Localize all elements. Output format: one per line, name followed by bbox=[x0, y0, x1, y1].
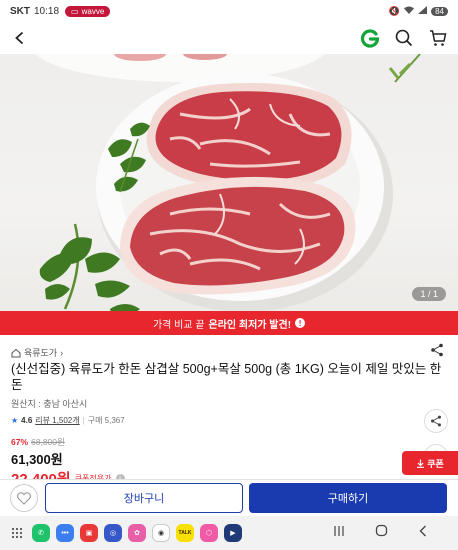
camera-app-icon[interactable]: ◉ bbox=[152, 524, 170, 542]
discount-rate: 67% bbox=[11, 437, 29, 447]
coupon-download-button[interactable]: 쿠폰 bbox=[402, 451, 458, 475]
discount-line: 67% 68,800원 bbox=[11, 436, 125, 448]
reviews-link[interactable]: 리뷰 1,502개 bbox=[35, 415, 79, 426]
bixby-app-icon[interactable]: ⬡ bbox=[200, 524, 218, 542]
recent-apps-icon[interactable] bbox=[333, 524, 345, 542]
search-icon bbox=[395, 29, 413, 47]
back-nav-icon[interactable] bbox=[418, 524, 428, 542]
sale-price: 61,300원 bbox=[11, 452, 63, 467]
gallery-app-icon[interactable]: ✿ bbox=[128, 524, 146, 542]
original-price: 68,800원 bbox=[31, 437, 65, 447]
rating-score: 4.6 bbox=[21, 416, 33, 425]
chevron-right-icon: › bbox=[60, 347, 64, 358]
product-origin: 원산지 : 충남 아산시 bbox=[11, 399, 88, 409]
banner-highlight: 온라인 최저가 발견! bbox=[208, 319, 292, 331]
separator: | bbox=[82, 416, 85, 425]
image-counter: 1 / 1 bbox=[412, 287, 446, 301]
system-navigation-bar: ✆ ••• ▣ ◎ ✿ ◉ TALK ⬡ ▶ bbox=[0, 516, 458, 550]
messages-app-icon[interactable]: ••• bbox=[56, 524, 74, 542]
store-name: 육류도가 bbox=[24, 348, 58, 358]
app-header bbox=[0, 22, 458, 54]
carrier-label: SKT bbox=[10, 5, 30, 17]
battery-indicator: 84 bbox=[431, 6, 448, 16]
coupon-button-label: 쿠폰 bbox=[427, 458, 444, 469]
star-icon: ★ bbox=[11, 416, 19, 425]
wifi-icon bbox=[404, 6, 415, 16]
clock: 10:18 bbox=[34, 5, 60, 17]
internet-app-icon[interactable]: ◎ bbox=[104, 524, 122, 542]
home-button-icon[interactable] bbox=[375, 524, 388, 542]
signal-icon bbox=[418, 6, 428, 16]
app-drawer-icon[interactable] bbox=[8, 524, 26, 542]
store-link[interactable]: 육류도가 › bbox=[11, 346, 63, 359]
pork-meat-photo bbox=[35, 54, 421, 311]
info-icon: ! bbox=[295, 318, 306, 328]
share-icon bbox=[431, 343, 443, 357]
lowest-price-banner[interactable]: 가격 비교 끝 온라인 최저가 발견! ! bbox=[0, 311, 458, 335]
kakaotalk-app-icon[interactable]: TALK bbox=[176, 524, 194, 542]
product-title: (신선집중) 육류도가 한돈 삼겹살 500g+목살 500g (총 1KG) … bbox=[11, 362, 442, 392]
home-icon bbox=[11, 348, 21, 357]
banner-prefix: 가격 비교 끝 bbox=[152, 319, 205, 331]
status-bar: SKT 10:18 ▭ wavve 🔇 84 bbox=[0, 0, 458, 22]
share-button[interactable] bbox=[430, 343, 446, 359]
game-app-icon[interactable]: ▶ bbox=[224, 524, 242, 542]
cart-button[interactable] bbox=[428, 28, 448, 48]
status-icons: 🔇 84 bbox=[389, 6, 448, 17]
rating-row: ★ 4.6 리뷰 1,502개 | 구매 5,367 bbox=[11, 415, 125, 426]
product-image[interactable]: 1 / 1 bbox=[0, 54, 458, 311]
wavve-notification-badge: ▭ wavve bbox=[65, 5, 111, 17]
tv-icon: ▭ bbox=[71, 6, 79, 16]
g-logo-icon bbox=[360, 29, 380, 48]
share-icon bbox=[431, 415, 441, 427]
sales-count: 구매 5,367 bbox=[87, 416, 125, 425]
add-to-cart-button[interactable]: 장바구니 bbox=[45, 483, 243, 513]
red-app-icon[interactable]: ▣ bbox=[80, 524, 98, 542]
wavve-label: wavve bbox=[81, 6, 105, 16]
purchase-action-bar: 장바구니 구매하기 bbox=[0, 479, 458, 516]
cart-icon bbox=[430, 30, 447, 46]
floating-share-button[interactable] bbox=[424, 409, 448, 433]
g-market-home-button[interactable] bbox=[360, 28, 380, 48]
search-button[interactable] bbox=[394, 28, 414, 48]
back-button[interactable] bbox=[10, 28, 30, 48]
buy-now-button[interactable]: 구매하기 bbox=[249, 483, 447, 513]
mute-icon: 🔇 bbox=[388, 5, 401, 16]
chevron-left-icon bbox=[15, 31, 24, 45]
download-icon bbox=[417, 459, 425, 468]
heart-icon bbox=[17, 491, 31, 505]
phone-app-icon[interactable]: ✆ bbox=[32, 524, 50, 542]
wishlist-button[interactable] bbox=[10, 484, 38, 512]
